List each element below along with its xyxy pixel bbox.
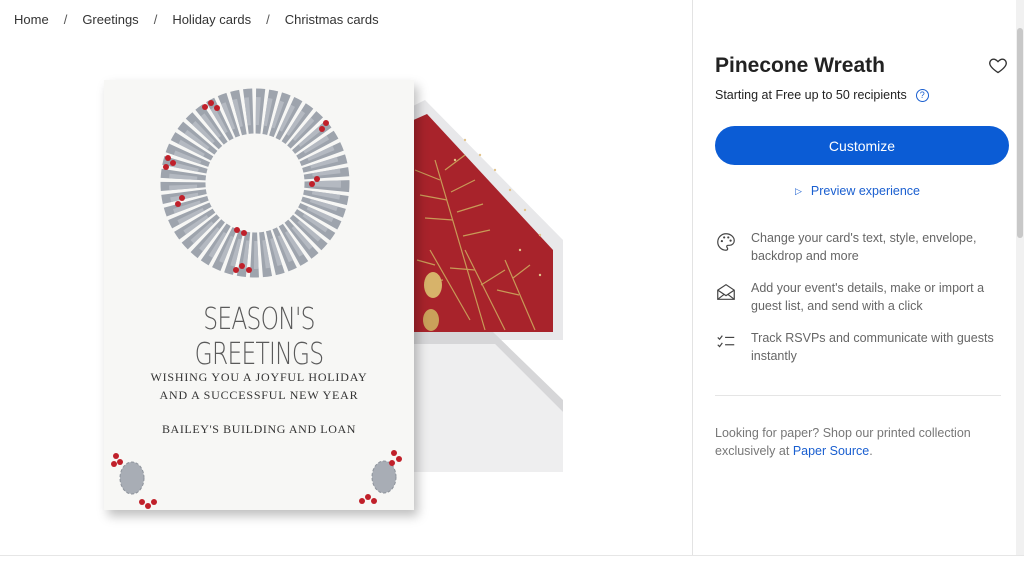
divider — [715, 395, 1001, 396]
scrollbar-thumb[interactable] — [1017, 28, 1023, 238]
feature-text: Add your event's details, make or import… — [751, 281, 985, 313]
product-details-panel: Pinecone Wreath Starting at Free up to 5… — [692, 0, 1024, 555]
feature-guest-list: Add your event's details, make or import… — [715, 279, 1005, 315]
card-message-line-2: AND A SUCCESSFUL NEW YEAR — [159, 388, 359, 402]
card-message-line-1: WISHING YOU A JOYFUL HOLIDAY — [150, 370, 368, 384]
breadcrumb-holiday-cards[interactable]: Holiday cards — [172, 12, 251, 27]
price-info: Starting at Free up to 50 recipients ? — [715, 88, 929, 102]
scrollbar[interactable] — [1016, 0, 1024, 555]
feature-text: Track RSVPs and communicate with guests … — [751, 331, 994, 363]
palette-icon — [717, 233, 735, 251]
pinecone-decoration-right — [359, 450, 402, 504]
breadcrumb-separator: / — [63, 12, 68, 27]
breadcrumb-greetings[interactable]: Greetings — [82, 12, 138, 27]
feature-text: Change your card's text, style, envelope… — [751, 231, 977, 263]
paper-source-link[interactable]: Paper Source — [793, 444, 869, 458]
paper-source-suffix: . — [869, 444, 873, 458]
card-signature: BAILEY'S BUILDING AND LOAN — [161, 422, 357, 436]
envelope-icon — [717, 283, 735, 300]
bottom-divider — [0, 555, 1024, 556]
product-title: Pinecone Wreath — [715, 54, 885, 77]
breadcrumb-separator: / — [266, 12, 270, 27]
breadcrumb: Home / Greetings / Holiday cards / Chris… — [14, 12, 379, 27]
play-icon: ▷ — [795, 185, 802, 196]
card-message: WISHING YOU A JOYFUL HOLIDAY AND A SUCCE… — [104, 368, 414, 404]
wreath-illustration — [160, 88, 350, 278]
breadcrumb-separator: / — [153, 12, 158, 27]
breadcrumb-home[interactable]: Home — [14, 12, 49, 27]
greeting-card: SEASON'S GREETINGS WISHING YOU A JOYFUL … — [104, 80, 414, 510]
envelope-image — [405, 100, 563, 472]
breadcrumb-christmas-cards[interactable]: Christmas cards — [285, 12, 379, 27]
pinecone-decoration-left — [111, 453, 157, 509]
customize-button[interactable]: Customize — [715, 126, 1009, 165]
checklist-icon — [717, 335, 735, 348]
feature-track-rsvps: Track RSVPs and communicate with guests … — [715, 329, 1005, 365]
preview-experience-label: Preview experience — [810, 184, 921, 198]
feature-customize: Change your card's text, style, envelope… — [715, 229, 1005, 265]
price-text: Starting at Free up to 50 recipients — [715, 88, 907, 102]
help-circle-icon[interactable]: ? — [915, 88, 929, 102]
card-headline: SEASON'S GREETINGS — [194, 302, 324, 372]
card-preview-stage: SEASON'S GREETINGS WISHING YOU A JOYFUL … — [0, 40, 692, 555]
favorite-heart-icon[interactable] — [988, 55, 1008, 75]
preview-experience-link[interactable]: ▷ Preview experience — [795, 184, 920, 198]
paper-source-note: Looking for paper? Shop our printed coll… — [715, 424, 975, 460]
